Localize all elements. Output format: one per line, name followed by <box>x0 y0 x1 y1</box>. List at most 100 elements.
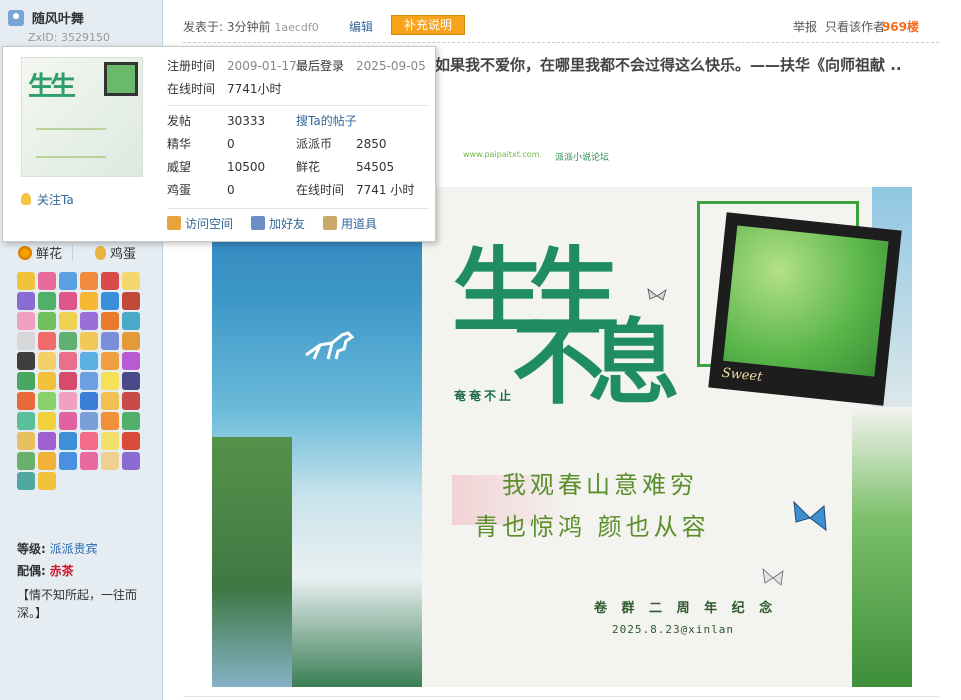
user-icon <box>8 9 24 26</box>
edit-link[interactable]: 编辑 <box>349 18 373 35</box>
medal-icon[interactable] <box>38 412 56 430</box>
medal-icon[interactable] <box>80 372 98 390</box>
medal-icon[interactable] <box>17 392 35 410</box>
medal-icon[interactable] <box>59 352 77 370</box>
spouse-value[interactable]: 赤茶 <box>50 564 74 578</box>
medal-icon[interactable] <box>38 272 56 290</box>
avatar[interactable]: 生生 <box>21 57 143 177</box>
add-friend-button[interactable]: 加好友 <box>251 215 305 232</box>
medal-icon[interactable] <box>59 432 77 450</box>
egg-label[interactable]: 鸡蛋 <box>110 247 136 262</box>
use-item-button[interactable]: 用道具 <box>323 215 377 232</box>
medal-icon[interactable] <box>59 332 77 350</box>
medal-icon[interactable] <box>17 352 35 370</box>
medal-icon[interactable] <box>122 332 140 350</box>
medal-icon[interactable] <box>80 432 98 450</box>
medal-icon[interactable] <box>80 332 98 350</box>
butterfly-icon <box>762 567 784 586</box>
spouse-label: 配偶: <box>17 564 46 578</box>
post-quote: 如果我不爱你，在哪里我都不会过得这么快乐。——扶华《向师祖献 .. <box>435 56 902 74</box>
medal-grid <box>17 272 153 492</box>
report-link[interactable]: 举报 <box>793 18 817 35</box>
stat-label: 鲜花 <box>296 160 321 174</box>
medal-icon[interactable] <box>122 352 140 370</box>
medal-icon[interactable] <box>17 312 35 330</box>
medal-icon[interactable] <box>101 392 119 410</box>
medal-icon[interactable] <box>38 352 56 370</box>
medal-icon[interactable] <box>17 432 35 450</box>
medal-icon[interactable] <box>59 412 77 430</box>
visit-space-button[interactable]: 访问空间 <box>167 215 233 232</box>
stat-label: 派派币 <box>296 137 333 151</box>
medal-icon[interactable] <box>17 372 35 390</box>
medal-icon[interactable] <box>38 312 56 330</box>
medal-icon[interactable] <box>38 372 56 390</box>
medal-icon[interactable] <box>17 332 35 350</box>
medal-icon[interactable] <box>122 412 140 430</box>
medal-icon[interactable] <box>101 372 119 390</box>
medal-icon[interactable] <box>80 452 98 470</box>
sweet-label: Sweet <box>721 365 764 385</box>
add-friend-label: 加好友 <box>269 217 306 231</box>
medal-icon[interactable] <box>59 452 77 470</box>
search-posts-link[interactable]: 搜Ta的帖子 <box>296 110 357 133</box>
medal-icon[interactable] <box>101 332 119 350</box>
medal-icon[interactable] <box>122 272 140 290</box>
medal-icon[interactable] <box>122 292 140 310</box>
medal-icon[interactable] <box>101 312 119 330</box>
username[interactable]: 随风叶舞 <box>32 12 84 27</box>
medal-icon[interactable] <box>80 352 98 370</box>
stat-value: 7741 小时 <box>356 183 415 197</box>
medal-icon[interactable] <box>80 412 98 430</box>
medal-icon[interactable] <box>122 432 140 450</box>
medal-icon[interactable] <box>101 432 119 450</box>
supplement-button[interactable]: 补充说明 <box>391 15 465 35</box>
stat-row: 威望 10500 鲜花 54505 <box>167 156 429 179</box>
medal-icon[interactable] <box>59 372 77 390</box>
level-value[interactable]: 派派贵宾 <box>50 542 98 556</box>
medal-icon[interactable] <box>59 312 77 330</box>
post-image[interactable]: Sweet 生生 不息 奄奄不止 我观春山意难穷 青也惊鸿 颜也从容 卷 群 二… <box>212 187 912 687</box>
medal-icon[interactable] <box>101 352 119 370</box>
medal-icon[interactable] <box>17 272 35 290</box>
bulb-icon <box>21 193 31 205</box>
medal-icon[interactable] <box>122 452 140 470</box>
stat-row: 发帖 30333 搜Ta的帖子 <box>167 110 429 133</box>
header-divider <box>183 42 939 43</box>
medal-icon[interactable] <box>101 452 119 470</box>
medal-icon[interactable] <box>101 272 119 290</box>
medal-icon[interactable] <box>17 452 35 470</box>
polaroid-photo: Sweet <box>708 212 902 406</box>
poster-shore <box>212 437 292 687</box>
medal-icon[interactable] <box>122 392 140 410</box>
floor-number[interactable]: 969楼 <box>882 18 919 35</box>
medal-icon[interactable] <box>38 392 56 410</box>
medal-icon[interactable] <box>122 372 140 390</box>
medal-icon[interactable] <box>17 292 35 310</box>
medal-icon[interactable] <box>122 312 140 330</box>
medal-icon[interactable] <box>80 292 98 310</box>
medal-icon[interactable] <box>38 472 56 490</box>
medal-icon[interactable] <box>80 392 98 410</box>
medal-icon[interactable] <box>17 472 35 490</box>
stat-value: 10500 <box>227 160 266 174</box>
reg-label: 注册时间 <box>167 59 216 73</box>
medal-icon[interactable] <box>17 412 35 430</box>
stat-value: 30333 <box>227 114 266 128</box>
medal-icon[interactable] <box>59 272 77 290</box>
medal-icon[interactable] <box>80 312 98 330</box>
medal-icon[interactable] <box>38 432 56 450</box>
medal-icon[interactable] <box>101 292 119 310</box>
medal-icon[interactable] <box>101 412 119 430</box>
follow-button[interactable]: 关注Ta <box>21 191 74 208</box>
medal-icon[interactable] <box>38 452 56 470</box>
medal-icon[interactable] <box>59 392 77 410</box>
watermark-url: www.paipaitxt.com <box>463 150 540 159</box>
medal-icon[interactable] <box>80 272 98 290</box>
flower-label[interactable]: 鲜花 <box>36 247 62 262</box>
add-friend-icon <box>251 216 265 230</box>
only-author-link[interactable]: 只看该作者 <box>825 18 885 35</box>
medal-icon[interactable] <box>38 292 56 310</box>
medal-icon[interactable] <box>59 292 77 310</box>
medal-icon[interactable] <box>38 332 56 350</box>
